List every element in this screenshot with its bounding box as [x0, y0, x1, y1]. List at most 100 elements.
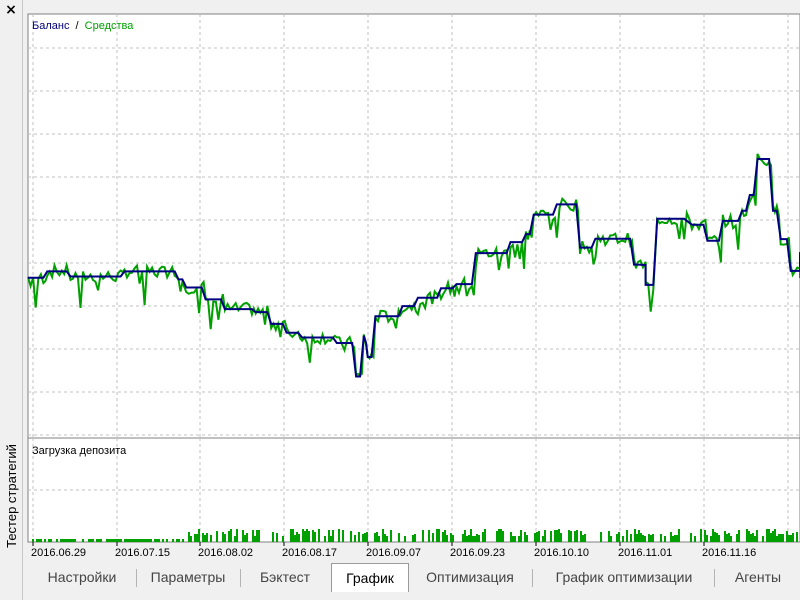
deposit-load-bar: [610, 536, 612, 542]
deposit-load-bar: [554, 530, 556, 542]
deposit-load-bar: [560, 533, 562, 542]
deposit-load-bar: [618, 532, 620, 542]
deposit-load-bar: [70, 539, 72, 542]
deposit-load-bar: [776, 536, 778, 542]
deposit-load-bar: [788, 535, 790, 542]
deposit-load-bar: [470, 529, 472, 542]
deposit-load-bar: [422, 530, 424, 542]
deposit-load-bar: [330, 536, 332, 542]
deposit-load-bar: [92, 539, 94, 542]
deposit-load-bar: [332, 530, 334, 542]
deposit-load-bar: [38, 539, 40, 542]
deposit-load-bar: [178, 539, 180, 542]
legend-balance: Баланс: [32, 20, 70, 32]
deposit-load-bar: [166, 539, 168, 542]
deposit-load-bar: [534, 533, 536, 542]
deposit-load-bar: [438, 529, 440, 542]
tester-tabs: Настройки Параметры Бэктест График Оптимизац…: [28, 563, 800, 592]
deposit-load-bar: [362, 534, 364, 542]
deposit-load-bar: [242, 530, 244, 542]
deposit-load-bar: [198, 529, 200, 542]
deposit-load-bar: [412, 535, 414, 542]
deposit-load-bar: [462, 534, 464, 542]
deposit-load-bar: [466, 536, 468, 542]
deposit-load-bar: [526, 535, 528, 542]
deposit-load-bar: [228, 531, 230, 542]
deposit-load-bar: [608, 531, 610, 542]
deposit-load-bar: [314, 532, 316, 542]
tab-0[interactable]: Настройки: [28, 565, 136, 590]
deposit-load-bar: [544, 530, 546, 542]
deposit-load-bar: [754, 536, 756, 542]
deposit-load-bar: [446, 535, 448, 542]
deposit-load-bar: [622, 536, 624, 542]
legend-separator: /: [76, 20, 80, 32]
deposit-load-bar: [642, 535, 644, 542]
deposit-load-bar: [728, 533, 730, 542]
tab-2[interactable]: Бэктест: [240, 565, 330, 590]
deposit-load-bar: [444, 530, 446, 542]
deposit-load-bar: [68, 539, 70, 542]
deposit-load-bar: [524, 532, 526, 542]
deposit-load-bar: [512, 536, 514, 542]
deposit-load-bar: [282, 536, 284, 542]
deposit-load-bar: [176, 539, 178, 542]
deposit-load-bar: [126, 539, 128, 542]
deposit-load-bar: [342, 530, 344, 542]
tab-5[interactable]: График оптимизации: [534, 565, 714, 590]
deposit-load-bar: [364, 533, 366, 542]
deposit-load-bar: [276, 533, 278, 542]
x-tick-label: 2016.09.07: [366, 547, 421, 559]
deposit-load-bar: [778, 534, 780, 542]
deposit-load-bar: [56, 539, 58, 542]
deposit-load-bar: [216, 531, 218, 542]
deposit-load-bar: [296, 532, 298, 542]
x-tick-label: 2016.08.17: [282, 547, 337, 559]
deposit-load-bar: [246, 533, 248, 542]
deposit-load-bar: [786, 531, 788, 542]
deposit-load-bar: [100, 539, 102, 542]
deposit-load-bar: [308, 531, 310, 542]
deposit-load-bar: [318, 529, 320, 542]
deposit-load-bar: [90, 539, 92, 542]
deposit-load-bar: [704, 530, 706, 542]
x-tick-label: 2016.11.16: [702, 547, 756, 559]
deposit-load-bar: [724, 531, 726, 542]
tab-4[interactable]: Оптимизация: [408, 565, 532, 590]
tab-3[interactable]: График: [331, 563, 409, 592]
deposit-load-bar: [790, 535, 792, 542]
deposit-load-bar: [568, 530, 570, 542]
deposit-load-bar: [636, 534, 638, 542]
deposit-load-bar: [398, 533, 400, 542]
x-tick-label: 2016.11.01: [618, 547, 672, 559]
deposit-load-bar: [556, 530, 558, 542]
tab-1[interactable]: Параметры: [136, 565, 240, 590]
deposit-load-bar: [498, 529, 500, 542]
deposit-load-bar: [190, 536, 192, 542]
deposit-load-bar: [756, 530, 758, 542]
x-tick-label: 2016.10.10: [534, 547, 589, 559]
deposit-load-bar: [694, 536, 696, 542]
chart-area: 2016.06.29 2016.07.15 2016.08.02 2016.08.17…: [27, 13, 800, 559]
x-tick-label: 2016.09.23: [450, 547, 505, 559]
deposit-load-bar: [472, 536, 474, 542]
tab-6[interactable]: Агенты: [716, 565, 800, 590]
deposit-load-bar: [436, 529, 438, 542]
deposit-load-bar: [138, 539, 140, 542]
deposit-load-bar: [746, 529, 748, 542]
deposit-load-bar: [630, 534, 632, 542]
deposit-load-bar: [768, 529, 770, 542]
deposit-load-bar: [202, 533, 204, 542]
deposit-load-bar: [66, 539, 68, 542]
deposit-load-bar: [254, 536, 256, 542]
deposit-load-bar: [290, 529, 292, 542]
deposit-load-bar: [726, 534, 728, 542]
deposit-load-bar: [542, 536, 544, 542]
deposit-load-bar: [766, 529, 768, 542]
deposit-load-bar: [660, 534, 662, 542]
deposit-load-bar: [224, 534, 226, 542]
deposit-load-bar: [140, 539, 142, 542]
deposit-load-bar: [210, 535, 212, 542]
deposit-load-bar: [72, 539, 74, 542]
deposit-load-bar: [464, 530, 466, 542]
